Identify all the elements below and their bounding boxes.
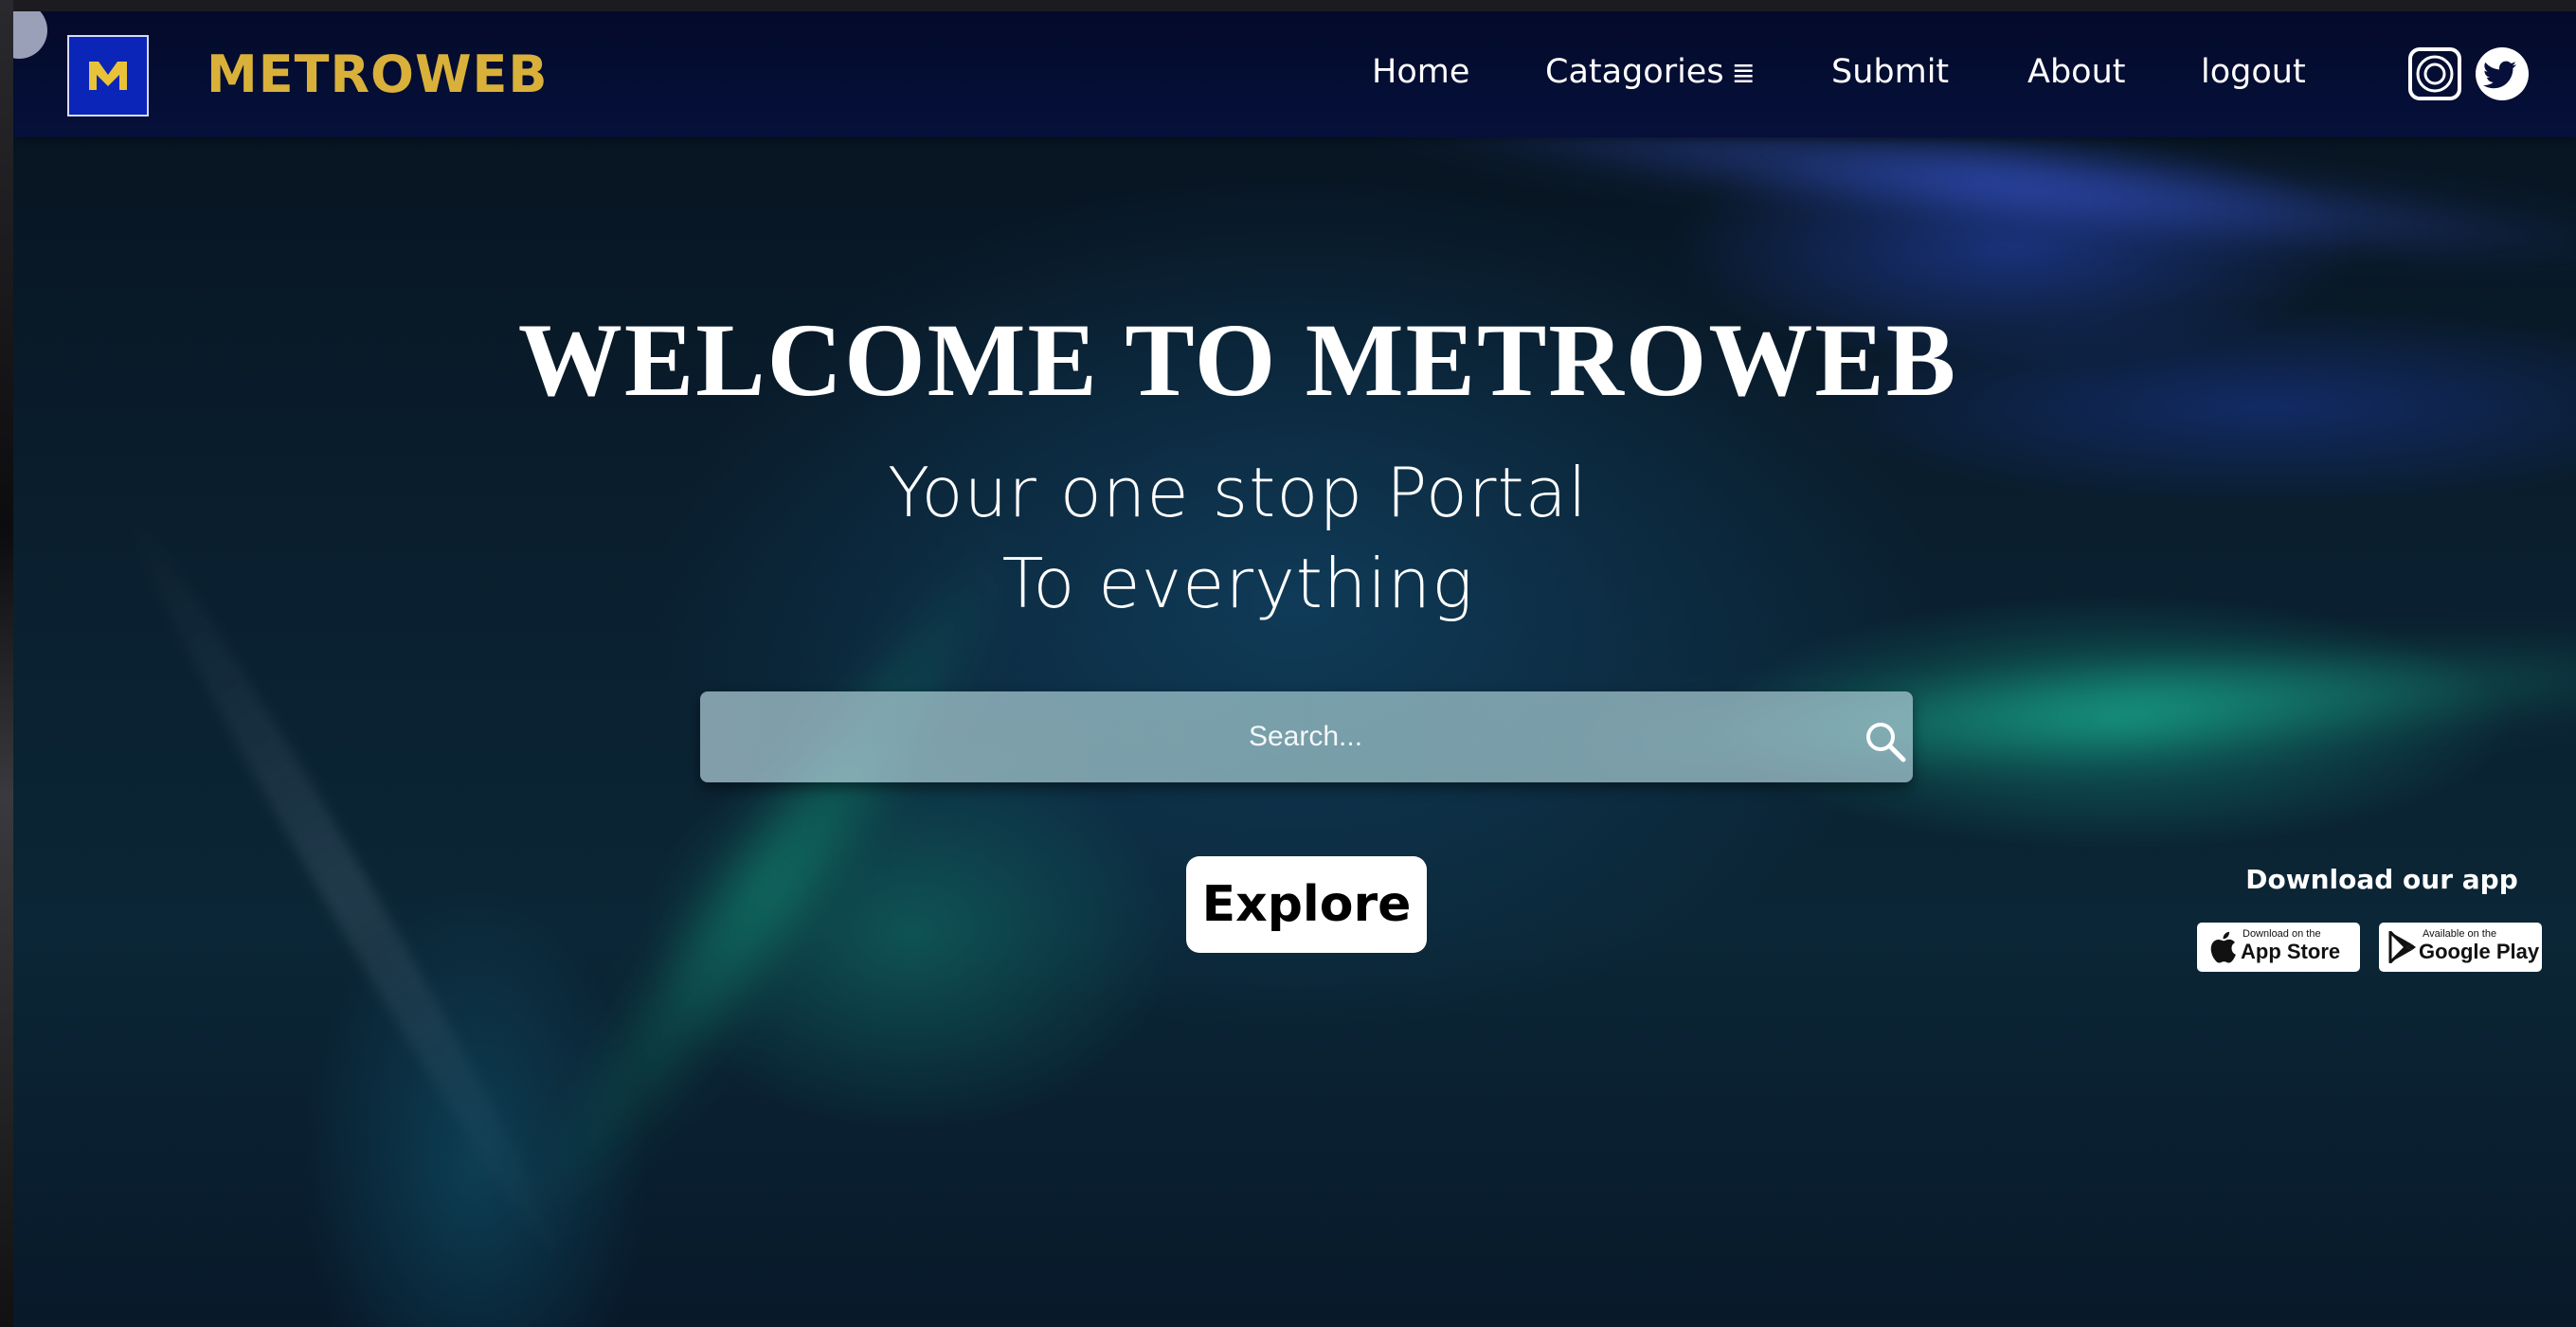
search-icon[interactable] <box>1864 720 1907 763</box>
nav-categories-link[interactable]: Catagories ≣ <box>1545 53 1756 91</box>
window-frame-top <box>0 0 2576 11</box>
nav-home-link[interactable]: Home <box>1372 53 1469 91</box>
navbar: METROWEB Home Catagories ≣ Submit About l… <box>13 11 2576 137</box>
nav-logout-link[interactable]: logout <box>2201 53 2306 91</box>
instagram-icon[interactable] <box>2407 46 2462 101</box>
google-play-big-text: Google Play <box>2419 940 2540 963</box>
main-nav: Home Catagories ≣ Submit About logout <box>13 53 2576 110</box>
twitter-icon[interactable] <box>2475 46 2530 101</box>
download-app-label: Download our app <box>2245 864 2518 895</box>
search-bar <box>700 691 1913 782</box>
apple-icon <box>2208 931 2237 967</box>
window-frame-left <box>0 0 13 1327</box>
google-play-badge[interactable]: Available on the Google Play <box>2379 923 2542 972</box>
hero-title: WELCOME TO METROWEB <box>517 302 1958 418</box>
search-input[interactable] <box>700 691 1818 782</box>
corner-circle <box>13 11 47 59</box>
explore-button[interactable]: Explore <box>1186 856 1427 953</box>
page: METROWEB Home Catagories ≣ Submit About l… <box>13 11 2576 1327</box>
google-play-small-text: Available on the <box>2423 928 2497 940</box>
google-play-icon <box>2388 930 2417 967</box>
app-store-small-text: Download on the <box>2243 928 2321 940</box>
nav-submit-link[interactable]: Submit <box>1831 53 1949 91</box>
hero-subtitle-line2: To everything <box>1001 544 1474 623</box>
nav-about-link[interactable]: About <box>2027 53 2125 91</box>
menu-lines-icon: ≣ <box>1731 57 1756 90</box>
app-store-big-text: App Store <box>2241 940 2341 963</box>
hero-subtitle-line1: Your one stop Portal <box>888 453 1588 532</box>
nav-categories-label: Catagories <box>1545 53 1724 91</box>
app-store-badge[interactable]: Download on the App Store <box>2197 923 2360 972</box>
